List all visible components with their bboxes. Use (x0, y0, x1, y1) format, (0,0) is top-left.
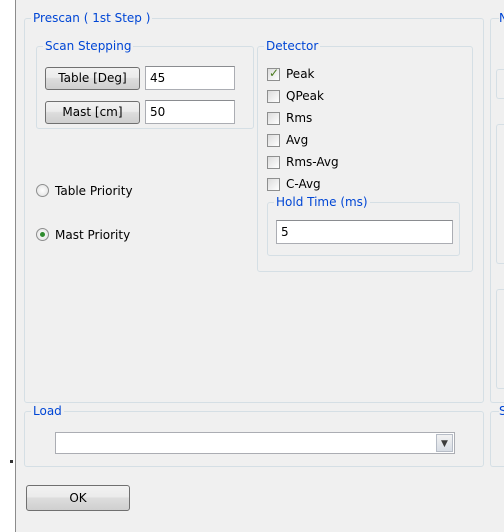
peak-label[interactable]: Peak (286, 67, 315, 81)
detector-group: Detector ✓ Peak QPeak Rms Avg Rms-Avg C-… (257, 39, 473, 272)
hold-time-title: Hold Time (ms) (274, 195, 370, 209)
scan-stepping-group: Scan Stepping Table [Deg] 45 Mast [cm] 5… (36, 39, 254, 129)
scan-stepping-title: Scan Stepping (43, 39, 134, 53)
right-inner-1 (496, 69, 504, 99)
table-priority-label[interactable]: Table Priority (55, 184, 133, 198)
mast-priority-radio[interactable] (36, 228, 49, 241)
qpeak-label[interactable]: QPeak (286, 89, 324, 103)
rms-avg-label[interactable]: Rms-Avg (286, 155, 339, 169)
dialog-window: Prescan ( 1st Step ) Scan Stepping Table… (15, 0, 504, 532)
load-title: Load (31, 404, 64, 418)
hold-time-group: Hold Time (ms) 5 (267, 195, 460, 256)
table-deg-button[interactable]: Table [Deg] (45, 67, 140, 90)
left-edge-mark (10, 460, 13, 463)
load-group: Load ▼ (24, 404, 484, 467)
detector-title: Detector (264, 39, 321, 53)
right-panel-bottom: S (490, 404, 504, 467)
c-avg-checkbox[interactable] (267, 178, 280, 191)
table-priority-radio[interactable] (36, 184, 49, 197)
mast-priority-label[interactable]: Mast Priority (55, 228, 130, 242)
right-inner-3 (496, 289, 504, 389)
check-icon: ✓ (269, 66, 280, 80)
rms-avg-checkbox[interactable] (267, 156, 280, 169)
c-avg-label[interactable]: C-Avg (286, 177, 321, 191)
avg-label[interactable]: Avg (286, 133, 308, 147)
mast-cm-input[interactable]: 50 (145, 100, 235, 124)
avg-checkbox[interactable] (267, 134, 280, 147)
outside-area (0, 0, 15, 532)
peak-checkbox[interactable]: ✓ (267, 66, 280, 81)
load-dropdown[interactable]: ▼ (55, 432, 455, 454)
prescan-title: Prescan ( 1st Step ) (31, 11, 153, 25)
right-panel-top: N (490, 11, 504, 403)
radio-selected-dot (40, 232, 45, 237)
right-inner-2 (496, 124, 504, 264)
chevron-down-icon[interactable]: ▼ (436, 434, 453, 452)
ok-button[interactable]: OK (26, 485, 130, 511)
right-panel-top-title: N (499, 11, 504, 25)
rms-label[interactable]: Rms (286, 111, 312, 125)
qpeak-checkbox[interactable] (267, 90, 280, 103)
prescan-group: Prescan ( 1st Step ) Scan Stepping Table… (24, 11, 484, 403)
table-deg-input[interactable]: 45 (145, 66, 235, 90)
hold-time-input[interactable]: 5 (276, 220, 453, 244)
right-panel-bottom-title: S (499, 404, 504, 418)
rms-checkbox[interactable] (267, 112, 280, 125)
mast-cm-button[interactable]: Mast [cm] (45, 101, 140, 124)
